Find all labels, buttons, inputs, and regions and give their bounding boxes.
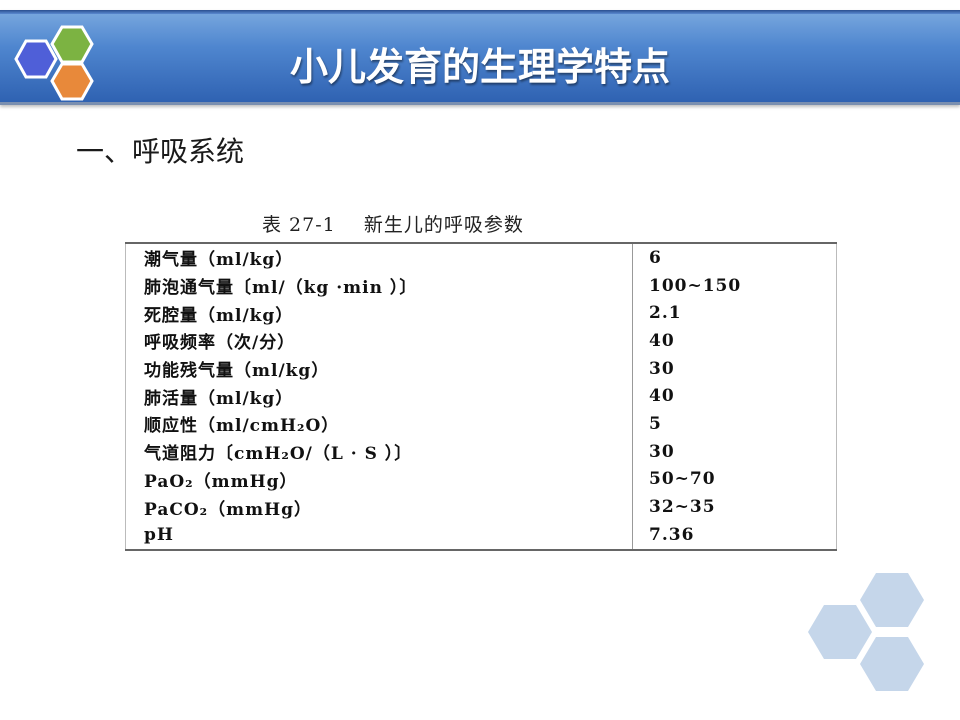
page-title: 小儿发育的生理学特点 bbox=[289, 45, 670, 89]
table-row: 死腔量（ml/kg） 2.1 bbox=[125, 299, 837, 328]
title-bar-edge bbox=[0, 10, 960, 14]
parameter-name: PaO₂（mmHg） bbox=[125, 465, 633, 494]
parameter-value: 50~70 bbox=[649, 469, 716, 490]
deco-hexagon-bottom bbox=[860, 637, 924, 691]
table-body: 潮气量（ml/kg） 6 肺泡通气量〔ml/（kg ·min ）〕 100~150 死腔… bbox=[125, 243, 837, 550]
parameter-value: 32~35 bbox=[649, 497, 716, 518]
parameter-value: 30 bbox=[649, 358, 675, 379]
parameter-value: 40 bbox=[649, 330, 675, 351]
parameter-name: 肺活量（ml/kg） bbox=[125, 382, 633, 411]
parameter-name: 气道阻力〔cmH₂O/（L · S ）〕 bbox=[125, 437, 633, 466]
table-row: 呼吸频率（次/分） 40 bbox=[125, 327, 837, 355]
parameter-name: 功能残气量（ml/kg） bbox=[125, 354, 633, 383]
parameter-name: pH bbox=[125, 520, 633, 550]
parameter-name: 顺应性（ml/cmH₂O） bbox=[125, 410, 633, 438]
parameter-name: 死腔量（ml/kg） bbox=[125, 299, 633, 328]
table-row: 顺应性（ml/cmH₂O） 5 bbox=[125, 410, 837, 438]
parameter-name: 肺泡通气量〔ml/（kg ·min ）〕 bbox=[125, 271, 633, 300]
parameter-name: 呼吸频率（次/分） bbox=[125, 327, 633, 355]
section-heading: 一、呼吸系统 bbox=[76, 135, 245, 168]
table-row: 肺活量（ml/kg） 40 bbox=[125, 382, 837, 411]
table-row: PaCO₂（mmHg） 32~35 bbox=[125, 493, 837, 521]
deco-hexagon-left bbox=[808, 605, 872, 659]
table-row: PaO₂（mmHg） 50~70 bbox=[125, 465, 837, 494]
parameter-name: PaCO₂（mmHg） bbox=[125, 493, 633, 521]
deco-hexagon-top bbox=[860, 573, 924, 627]
parameter-name: 潮气量（ml/kg） bbox=[125, 243, 633, 272]
parameter-value: 7.36 bbox=[649, 524, 695, 545]
parameter-value: 40 bbox=[649, 386, 675, 407]
table-row: 气道阻力〔cmH₂O/（L · S ）〕 30 bbox=[125, 437, 837, 466]
parameter-value: 5 bbox=[649, 413, 662, 434]
table-row: 肺泡通气量〔ml/（kg ·min ）〕 100~150 bbox=[125, 271, 837, 300]
table-row: pH 7.36 bbox=[125, 520, 837, 550]
table-row: 潮气量（ml/kg） 6 bbox=[125, 243, 837, 272]
respiratory-parameters-table: 潮气量（ml/kg） 6 肺泡通气量〔ml/（kg ·min ）〕 100~150 死腔… bbox=[125, 242, 837, 551]
table-caption: 表 27-1 新生儿的呼吸参数 bbox=[262, 214, 524, 236]
decorative-hexagons bbox=[808, 573, 924, 691]
parameter-value: 6 bbox=[649, 247, 662, 268]
parameter-value: 2.1 bbox=[649, 303, 682, 324]
parameter-value: 100~150 bbox=[649, 275, 742, 296]
table-row: 功能残气量（ml/kg） 30 bbox=[125, 354, 837, 383]
title-bar: 小儿发育的生理学特点 bbox=[0, 10, 960, 105]
parameter-value: 30 bbox=[649, 441, 675, 462]
